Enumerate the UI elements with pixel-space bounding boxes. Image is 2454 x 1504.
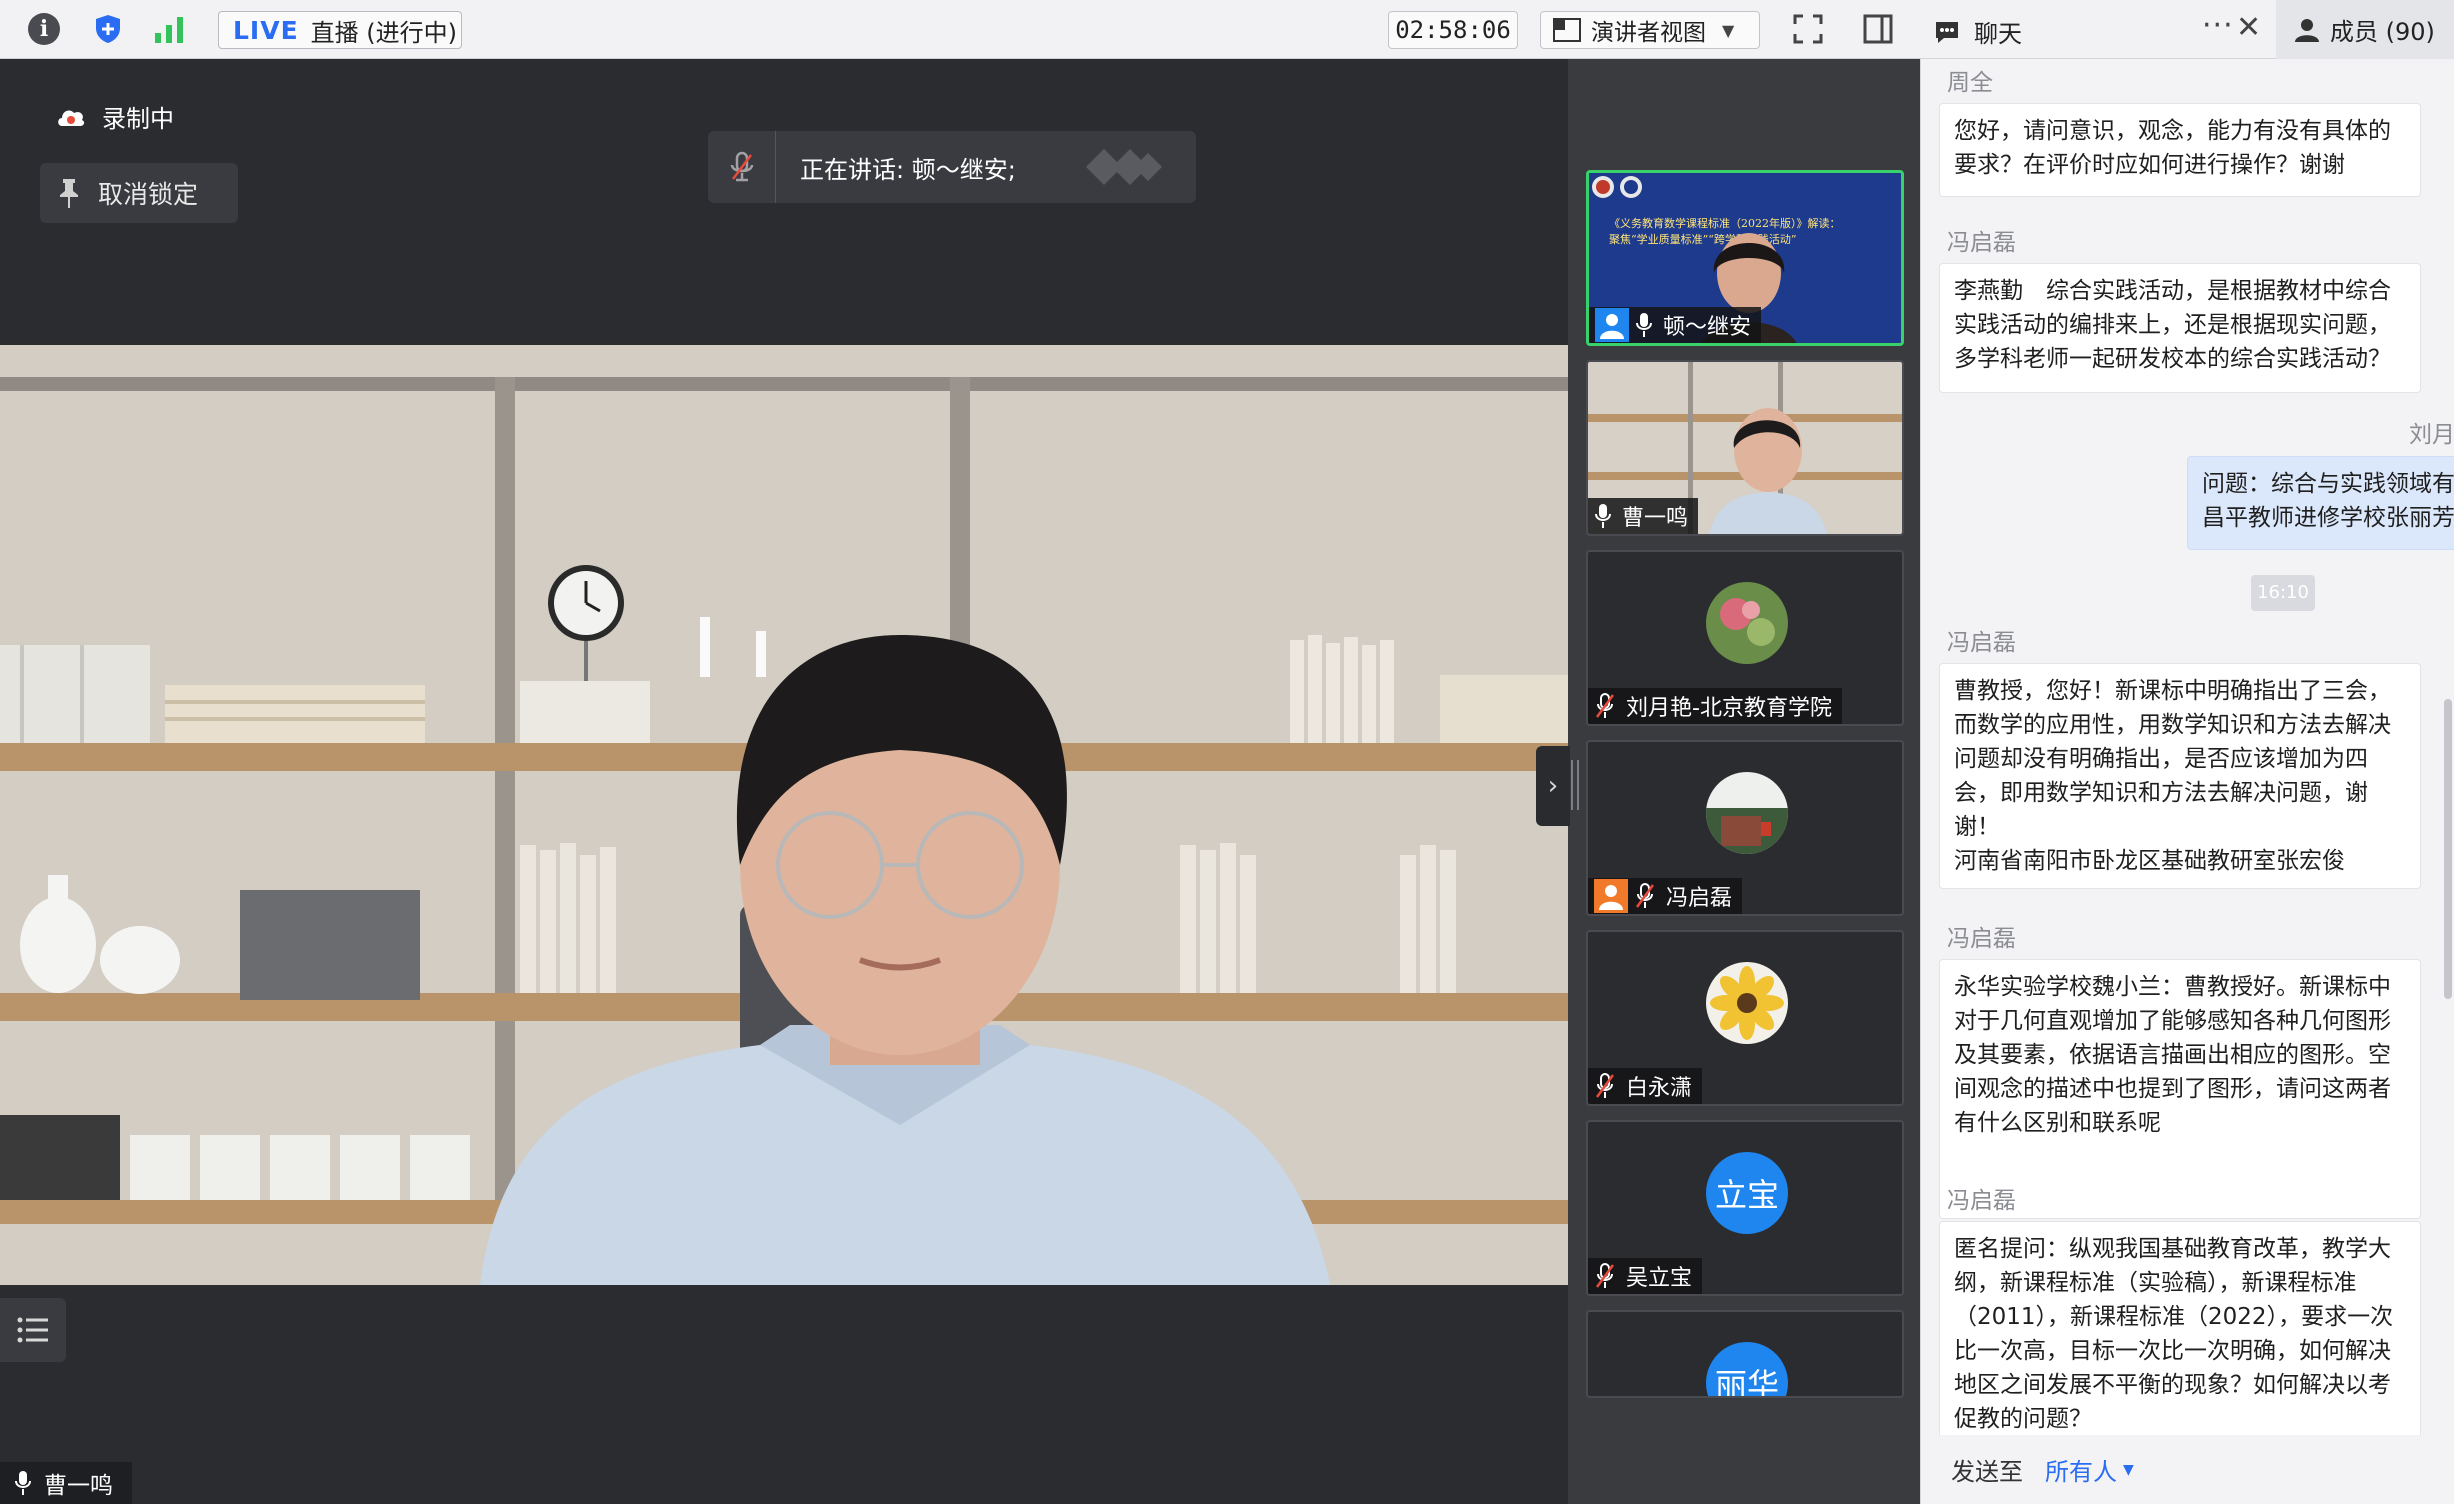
time-divider: 16:10 — [2251, 575, 2315, 611]
audio-level-icon — [1085, 149, 1162, 185]
chat-panel: 周全 您好，请问意识，观念，能力有没有具体的要求？在评价时应如何进行操作？谢谢 … — [1920, 59, 2454, 1504]
top-toolbar: i LIVE 直播 (进行中) 02:58:06 演讲者视图 ▼ — [0, 0, 1920, 59]
more-options-icon[interactable]: ··· — [2202, 8, 2234, 43]
message-sender: 冯启磊 — [1947, 1188, 2016, 1214]
message-sender: 刘月艳 — [2409, 422, 2454, 448]
participant-label: 刘月艳-北京教育学院 — [1588, 688, 1842, 724]
mic-icon — [15, 1471, 31, 1495]
info-icon[interactable]: i — [28, 13, 60, 45]
avatar — [1706, 772, 1788, 854]
send-target-dropdown[interactable]: 所有人 — [2045, 1452, 2117, 1487]
avatar: 丽华 — [1706, 1342, 1788, 1396]
participant-tile[interactable]: 《义务教育数学课程标准（2022年版）》解读： 聚焦“学业质量标准”“跨学科实践… — [1586, 170, 1904, 346]
chat-scrollbar[interactable] — [2444, 699, 2452, 999]
mic-icon — [1636, 313, 1652, 337]
meeting-timer: 02:58:06 — [1388, 11, 1518, 49]
participant-name: 冯启磊 — [1666, 886, 1733, 911]
view-mode-dropdown[interactable]: 演讲者视图 ▼ — [1540, 11, 1760, 49]
shield-icon[interactable] — [92, 13, 124, 45]
participant-tile[interactable]: 冯启磊 — [1586, 740, 1904, 916]
list-icon — [17, 1317, 48, 1343]
participant-tile[interactable]: 丽华 — [1586, 1310, 1904, 1398]
chat-message[interactable]: 李燕勤 综合实践活动，是根据教材中综合实践活动的编排来上，还是根据现实问题，多学… — [1939, 263, 2421, 393]
tab-members-label: 成员 (90) — [2330, 18, 2435, 46]
participant-name: 白永潇 — [1626, 1076, 1693, 1101]
chevron-down-icon: ▼ — [1722, 20, 1735, 40]
side-panel-toggle-icon[interactable] — [1862, 13, 1894, 45]
participant-name: 顿～继安 — [1663, 315, 1752, 340]
slide-title-line1: 《义务教育数学课程标准（2022年版）》解读： — [1609, 216, 1841, 230]
tab-chat[interactable]: 聊天 — [1934, 14, 2022, 49]
chat-header: 聊天 ··· ✕ 成员 (90) — [1920, 0, 2454, 59]
avatar — [1706, 582, 1788, 664]
message-sender: 冯启磊 — [1947, 630, 2016, 656]
cloud-record-icon — [58, 110, 85, 126]
muted-mic-icon — [1595, 1263, 1615, 1288]
chat-message[interactable]: 曹教授，您好！新课标中明确指出了三会，而数学的应用性，用数学知识和方法去解决问题… — [1939, 663, 2421, 889]
live-status-text: 直播 (进行中) — [310, 18, 458, 47]
participant-tile[interactable]: 白永潇 — [1586, 930, 1904, 1106]
tab-members[interactable]: 成员 (90) — [2276, 0, 2454, 59]
unlock-label: 取消锁定 — [98, 180, 199, 209]
participant-label: 吴立宝 — [1588, 1258, 1703, 1294]
user-icon — [1595, 308, 1629, 342]
list-toggle-button[interactable] — [0, 1298, 66, 1362]
send-to-bar: 发送至 所有人 ▼ — [1921, 1435, 2454, 1504]
chat-message[interactable]: 永华实验学校魏小兰：曹教授好。新课标中对于几何直观增加了能够感知各种几何图形及其… — [1939, 959, 2421, 1219]
participant-tile[interactable]: 立宝 吴立宝 — [1586, 1120, 1904, 1296]
muted-mic-icon — [1595, 693, 1615, 718]
resize-handle[interactable] — [1571, 760, 1579, 810]
live-status-button[interactable]: LIVE 直播 (进行中) — [218, 11, 462, 49]
participant-label: 冯启磊 — [1588, 878, 1743, 914]
mic-icon — [1595, 504, 1611, 528]
speaker-name: 曹一鸣 — [44, 1473, 113, 1499]
recording-label: 录制中 — [102, 105, 174, 133]
message-sender: 冯启磊 — [1947, 926, 2016, 952]
participant-label: 曹一鸣 — [1588, 498, 1699, 534]
chat-icon — [1936, 21, 1958, 43]
unlock-video-button[interactable]: 取消锁定 — [40, 163, 238, 223]
participant-name: 刘月艳-北京教育学院 — [1626, 696, 1832, 721]
speaker-video-image — [0, 345, 1568, 1285]
participant-label: 顿～继安 — [1589, 307, 1762, 343]
view-mode-label: 演讲者视图 — [1591, 20, 1706, 46]
pin-icon — [60, 179, 78, 208]
chat-message-self[interactable]: 问题：综合与实践领域有 昌平教师进修学校张丽芳 — [2187, 456, 2454, 550]
collapse-strip-button[interactable]: › — [1536, 746, 1570, 826]
participant-name: 曹一鸣 — [1622, 506, 1689, 531]
chat-message[interactable]: 匿名提问：纵观我国基础教育改革，教学大纲，新课程标准（实验稿），新课程标准（20… — [1939, 1221, 2421, 1471]
user-icon — [1594, 879, 1628, 913]
chevron-down-icon[interactable]: ▼ — [2123, 1462, 2134, 1478]
tab-chat-label: 聊天 — [1974, 20, 2022, 48]
recording-indicator: 录制中 — [56, 99, 174, 134]
chevron-right-icon: › — [1547, 771, 1559, 801]
avatar: 立宝 — [1706, 1152, 1788, 1234]
main-video-area: 录制中 取消锁定 正在讲话: 顿～继安; 曹一鸣 — [0, 59, 1568, 1504]
message-sender: 冯启磊 — [1947, 230, 2016, 256]
send-to-label: 发送至 — [1951, 1458, 2023, 1486]
chat-message[interactable]: 您好，请问意识，观念，能力有没有具体的要求？在评价时应如何进行操作？谢谢 — [1939, 103, 2421, 197]
muted-mic-icon — [708, 131, 776, 203]
participant-label: 白永潇 — [1588, 1068, 1703, 1104]
message-sender: 周全 — [1947, 70, 1993, 96]
participant-tile[interactable]: 刘月艳-北京教育学院 — [1586, 550, 1904, 726]
avatar — [1706, 962, 1788, 1044]
fullscreen-icon[interactable] — [1792, 13, 1824, 45]
participant-name: 吴立宝 — [1626, 1266, 1693, 1291]
muted-mic-icon — [1595, 1073, 1615, 1098]
speaker-video — [0, 345, 1568, 1285]
participant-tile[interactable]: 曹一鸣 — [1586, 360, 1904, 536]
live-tag: LIVE — [233, 15, 299, 45]
person-icon — [2295, 18, 2319, 42]
signal-strength-icon[interactable] — [152, 13, 184, 45]
speaking-label: 正在讲话: 顿～继安; — [800, 155, 1016, 184]
speaker-view-icon — [1553, 18, 1581, 42]
speaker-name-tag: 曹一鸣 — [0, 1462, 132, 1504]
muted-mic-icon — [1635, 883, 1655, 908]
close-icon[interactable]: ✕ — [2236, 10, 2261, 45]
speaking-indicator: 正在讲话: 顿～继安; — [708, 131, 1196, 203]
